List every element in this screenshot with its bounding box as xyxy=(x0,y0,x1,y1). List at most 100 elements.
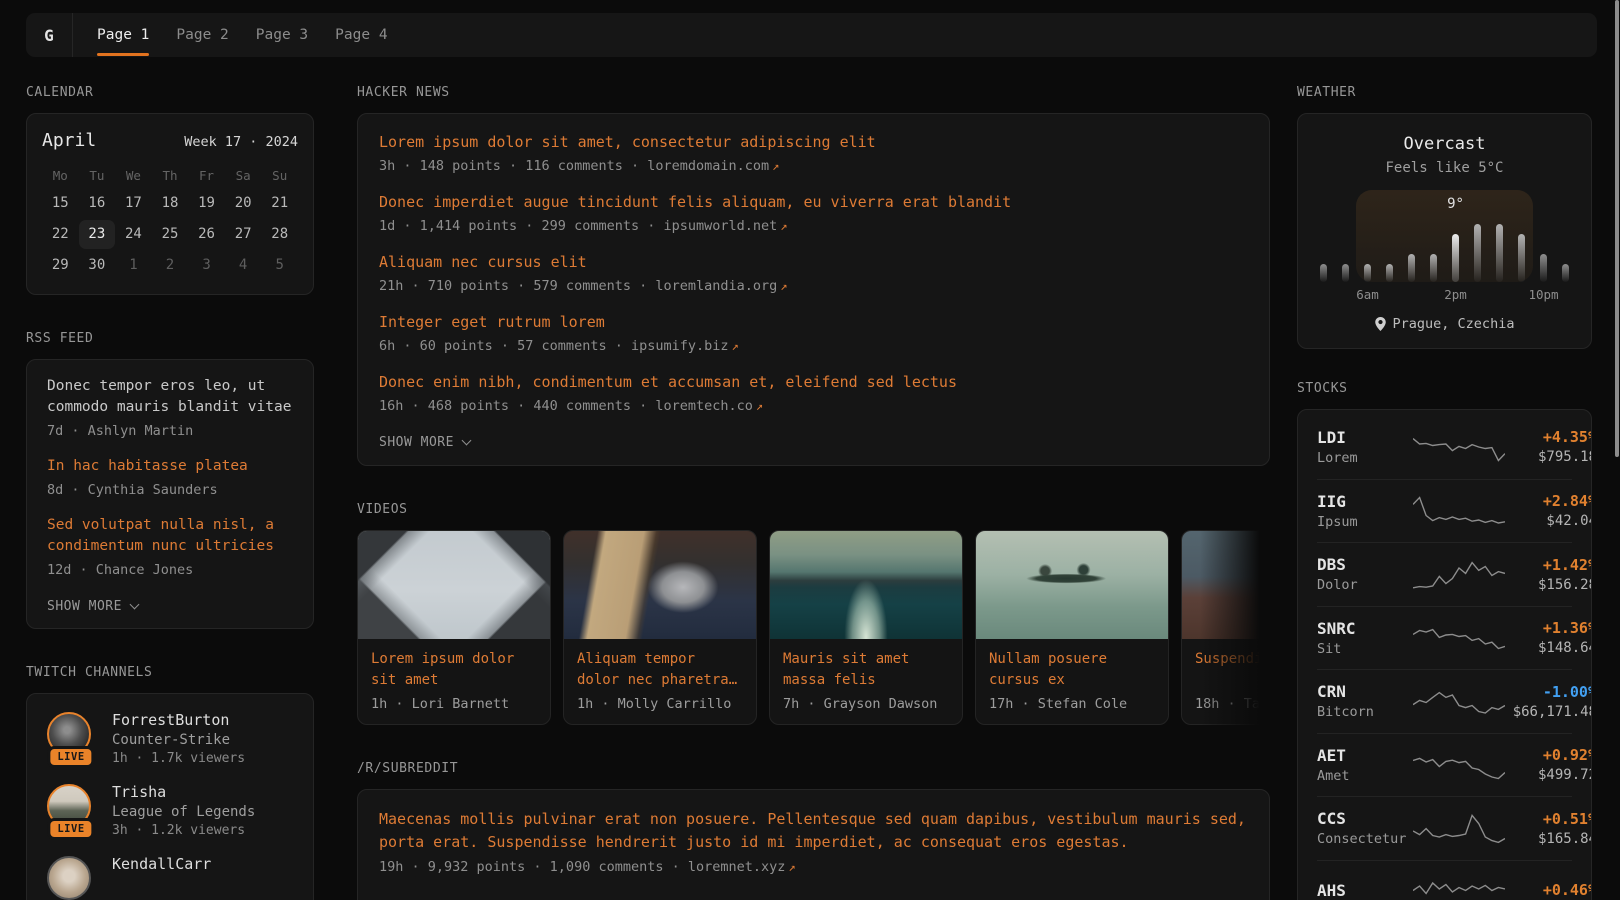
stock-row[interactable]: AHS+0.46% xyxy=(1317,860,1572,900)
calendar-section-title: CALENDAR xyxy=(26,85,314,101)
calendar-day: 22 xyxy=(42,220,79,249)
twitch-channel-name[interactable]: KendallCarr xyxy=(112,855,211,873)
twitch-channel-row[interactable]: KendallCarr xyxy=(45,854,295,900)
hn-item-meta: 16h · 468 points · 440 comments · loremt… xyxy=(379,396,1248,416)
weather-current-temp: 9° xyxy=(1447,196,1464,212)
video-thumbnail[interactable] xyxy=(358,531,550,639)
twitch-channel-row[interactable]: LIVE Trisha League of Legends 3h · 1.2k … xyxy=(45,782,295,838)
stock-row[interactable]: AETAmet+0.92%$499.72 xyxy=(1317,733,1572,797)
stock-change: +0.46% xyxy=(1505,881,1592,899)
stock-row[interactable]: CRNBitcorn-1.00%$66,171.48 xyxy=(1317,669,1572,733)
video-thumbnail[interactable] xyxy=(770,531,962,639)
chevron-down-icon xyxy=(462,436,472,446)
stock-price: $165.84 xyxy=(1505,831,1592,847)
hn-item-title[interactable]: Lorem ipsum dolor sit amet, consectetur … xyxy=(379,131,1248,154)
video-thumbnail[interactable] xyxy=(564,531,756,639)
subreddit-section-title: /R/SUBREDDIT xyxy=(357,761,1270,777)
external-link-icon[interactable]: ↗ xyxy=(732,339,739,353)
video-title[interactable]: Lorem ipsum dolor sit amet consectetu… xyxy=(371,649,537,690)
weather-widget: WEATHER Overcast Feels like 5°C 9° 6am2p… xyxy=(1297,85,1592,349)
avatar xyxy=(47,856,91,900)
twitch-channel-row[interactable]: LIVE ForrestBurton Counter-Strike 1h · 1… xyxy=(45,710,295,766)
stock-row[interactable]: DBSDolor+1.42%$156.28 xyxy=(1317,542,1572,606)
twitch-section-title: TWITCH CHANNELS xyxy=(26,665,314,681)
rss-item-title[interactable]: In hac habitasse platea xyxy=(47,456,293,477)
weather-bar xyxy=(1364,264,1371,282)
weather-bar xyxy=(1430,254,1437,282)
subreddit-post: Maecenas mollis pulvinar erat non posuer… xyxy=(379,808,1248,877)
external-link-icon[interactable]: ↗ xyxy=(780,279,787,293)
video-thumbnail[interactable] xyxy=(976,531,1168,639)
stock-row[interactable]: IIGIpsum+2.84%$42.04 xyxy=(1317,479,1572,543)
hn-item-title[interactable]: Donec imperdiet augue tincidunt felis al… xyxy=(379,191,1248,214)
video-title[interactable]: Aliquam tempor dolor nec pharetra… xyxy=(577,649,743,690)
video-card[interactable]: Nullam posuere cursus ex 17h · Stefan Co… xyxy=(975,530,1169,725)
calendar-week-year: Week 17 · 2024 xyxy=(184,134,298,150)
rss-item-meta: 8d · Cynthia Saunders xyxy=(47,480,293,500)
app-logo[interactable]: G xyxy=(26,13,73,57)
video-meta: 1h · Molly Carrillo xyxy=(577,696,743,712)
weather-bar xyxy=(1386,264,1393,282)
twitch-channel-name[interactable]: ForrestBurton xyxy=(112,711,245,729)
external-link-icon[interactable]: ↗ xyxy=(772,159,779,173)
hn-item-title[interactable]: Aliquam nec cursus elit xyxy=(379,251,1248,274)
weather-bar xyxy=(1540,254,1547,282)
hn-show-more-button[interactable]: SHOW MORE xyxy=(379,435,470,450)
twitch-channel-meta: 3h · 1.2k viewers xyxy=(112,823,255,838)
videos-carousel: Lorem ipsum dolor sit amet consectetu… 1… xyxy=(357,530,1270,725)
subreddit-post-title[interactable]: Maecenas mollis pulvinar erat non posuer… xyxy=(379,808,1248,854)
stock-row[interactable]: CCSConsectetur+0.51%$165.84 xyxy=(1317,796,1572,860)
external-link-icon[interactable]: ↗ xyxy=(788,860,795,874)
page-tabs: Page 1 Page 2 Page 3 Page 4 xyxy=(73,13,415,57)
stock-change: -1.00% xyxy=(1505,683,1592,701)
tab-page-3[interactable]: Page 3 xyxy=(256,13,308,57)
hn-item: Donec imperdiet augue tincidunt felis al… xyxy=(379,191,1248,236)
rss-section-title: RSS FEED xyxy=(26,331,314,347)
hn-item-title[interactable]: Donec enim nibh, condimentum et accumsan… xyxy=(379,371,1248,394)
rss-item-title[interactable]: Sed volutpat nulla nisl, a condimentum n… xyxy=(47,515,293,557)
videos-widget: VIDEOS Lorem ipsum dolor sit amet consec… xyxy=(357,502,1270,725)
calendar-day: 1 xyxy=(115,251,152,280)
stock-row[interactable]: LDILorem+4.35%$795.18 xyxy=(1317,415,1572,479)
video-card[interactable]: Suspendisse diam 18h · Tara xyxy=(1181,530,1270,725)
video-title[interactable]: Mauris sit amet massa felis xyxy=(783,649,949,690)
twitch-widget: TWITCH CHANNELS LIVE ForrestBurton Count… xyxy=(26,665,314,900)
rss-show-more-button[interactable]: SHOW MORE xyxy=(47,599,138,614)
weather-feels-like: Feels like 5°C xyxy=(1318,160,1571,176)
page-scrollbar[interactable] xyxy=(1615,0,1619,457)
twitch-channel-meta: 1h · 1.7k viewers xyxy=(112,751,245,766)
stock-sparkline xyxy=(1413,810,1505,846)
weather-condition: Overcast xyxy=(1318,134,1571,154)
video-card[interactable]: Mauris sit amet massa felis 7h · Grayson… xyxy=(769,530,963,725)
external-link-icon[interactable]: ↗ xyxy=(780,219,787,233)
tab-page-2[interactable]: Page 2 xyxy=(176,13,228,57)
hn-item-title[interactable]: Integer eget rutrum lorem xyxy=(379,311,1248,334)
location-pin-icon xyxy=(1375,317,1386,331)
video-title[interactable]: Suspendisse diam xyxy=(1195,649,1270,690)
calendar-day: 21 xyxy=(261,189,298,218)
stock-name: Ipsum xyxy=(1317,514,1413,530)
calendar-day: 4 xyxy=(225,251,262,280)
calendar-day: 24 xyxy=(115,220,152,249)
stock-name: Sit xyxy=(1317,641,1413,657)
hn-item: Aliquam nec cursus elit 21h · 710 points… xyxy=(379,251,1248,296)
tab-page-1[interactable]: Page 1 xyxy=(97,13,149,57)
calendar-day: 19 xyxy=(188,189,225,218)
stock-ticker: DBS xyxy=(1317,555,1413,574)
video-meta: 18h · Tara xyxy=(1195,696,1270,712)
video-card[interactable]: Aliquam tempor dolor nec pharetra… 1h · … xyxy=(563,530,757,725)
video-thumbnail[interactable] xyxy=(1182,531,1270,639)
stock-ticker: CCS xyxy=(1317,809,1413,828)
video-title[interactable]: Nullam posuere cursus ex xyxy=(989,649,1155,690)
rss-item-title[interactable]: Donec tempor eros leo, ut commodo mauris… xyxy=(47,376,293,418)
calendar-weekday: Fr xyxy=(188,165,225,187)
calendar-day: 5 xyxy=(261,251,298,280)
video-card[interactable]: Lorem ipsum dolor sit amet consectetu… 1… xyxy=(357,530,551,725)
external-link-icon[interactable]: ↗ xyxy=(756,399,763,413)
calendar-day: 25 xyxy=(152,220,189,249)
stock-row[interactable]: SNRCSit+1.36%$148.64 xyxy=(1317,606,1572,670)
twitch-channel-name[interactable]: Trisha xyxy=(112,783,255,801)
calendar-day: 15 xyxy=(42,189,79,218)
stock-sparkline xyxy=(1413,747,1505,783)
tab-page-4[interactable]: Page 4 xyxy=(335,13,387,57)
